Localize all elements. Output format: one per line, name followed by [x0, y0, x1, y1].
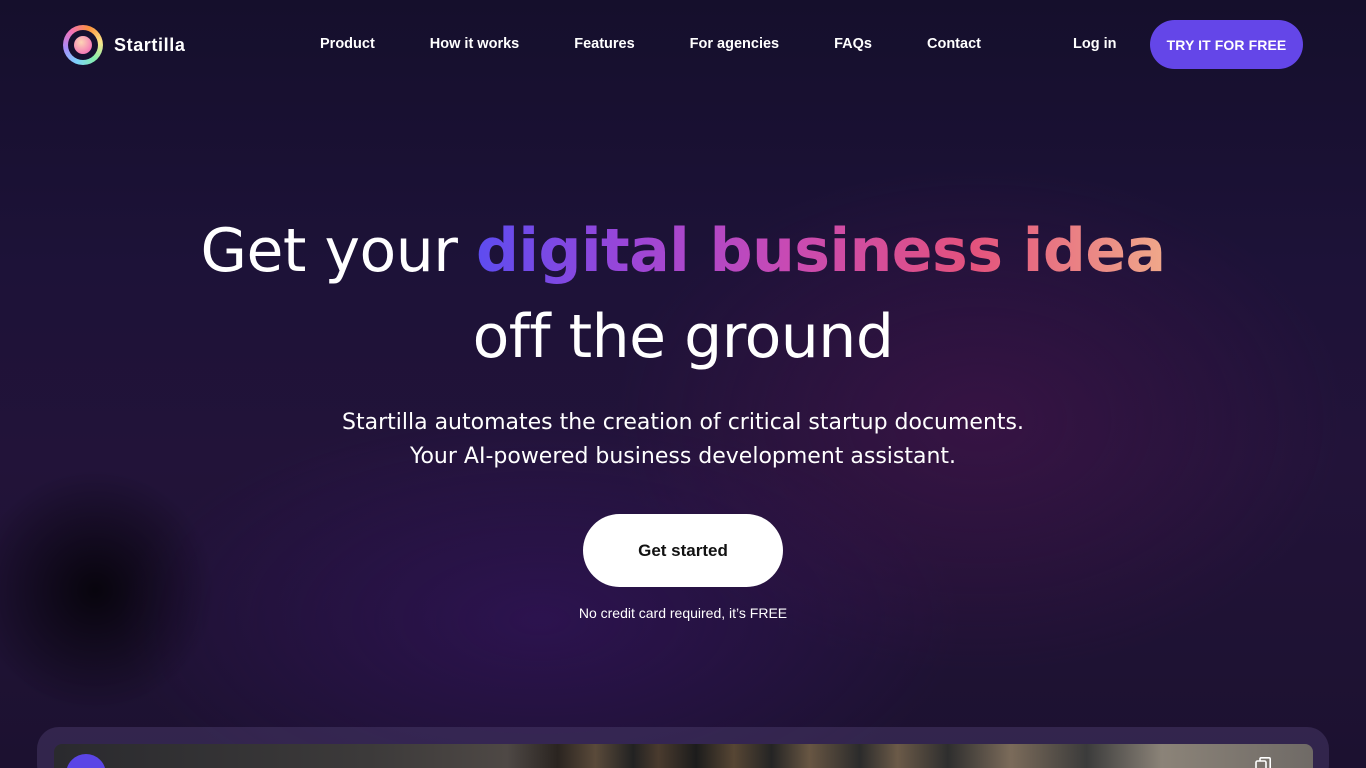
video-preview[interactable] [54, 744, 1313, 768]
main-nav: Product How it works Features For agenci… [320, 36, 981, 52]
copy-icon[interactable] [1255, 757, 1271, 768]
nav-item-product[interactable]: Product [320, 36, 375, 52]
nav-item-contact[interactable]: Contact [927, 36, 981, 52]
get-started-button[interactable]: Get started [583, 514, 783, 587]
hero-title: Get your digital business idea off the g… [0, 208, 1366, 380]
hero-title-prefix: Get your [200, 216, 476, 286]
no-credit-card-note: No credit card required, it’s FREE [578, 605, 788, 621]
nav-item-how-it-works[interactable]: How it works [430, 36, 519, 52]
site-header: Startilla Product How it works Features … [0, 0, 1366, 90]
hero-subtitle-line1: Startilla automates the creation of crit… [342, 410, 1024, 435]
brand-name: Startilla [114, 34, 186, 55]
hero-title-suffix: off the ground [472, 302, 894, 372]
login-link[interactable]: Log in [1073, 36, 1117, 52]
try-for-free-button[interactable]: TRY IT FOR FREE [1150, 20, 1303, 69]
hero-title-highlight: digital business idea [475, 216, 1166, 286]
hero-subtitle-line2: Your AI-powered business development ass… [409, 444, 957, 469]
logo-link[interactable]: Startilla [63, 25, 185, 65]
nav-item-faqs[interactable]: FAQs [834, 36, 872, 52]
nav-item-features[interactable]: Features [574, 36, 634, 52]
logo-icon [63, 25, 103, 65]
hero-subtitle: Startilla automates the creation of crit… [0, 406, 1366, 474]
nav-item-for-agencies[interactable]: For agencies [690, 36, 779, 52]
